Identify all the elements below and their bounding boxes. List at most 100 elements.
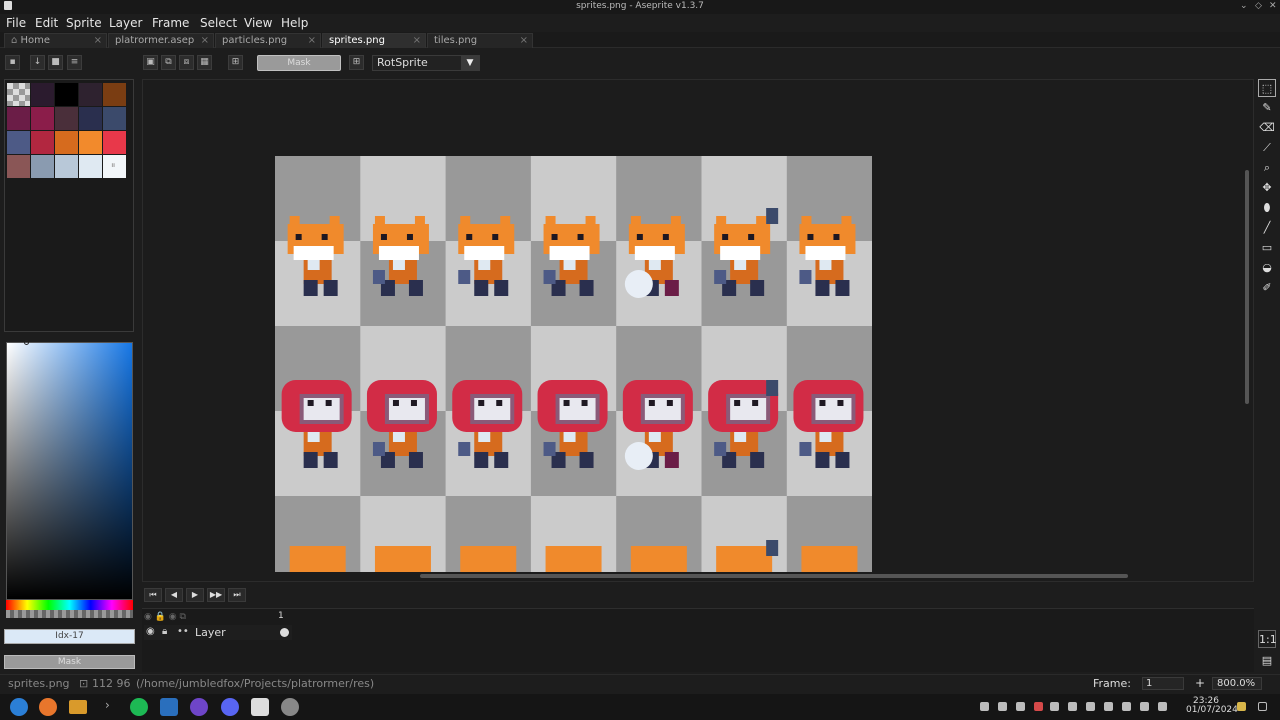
menu-file[interactable]: File [6,16,26,30]
lock-icon[interactable]: ▪ [5,55,20,70]
eraser-tool-icon[interactable]: ⌫ [1258,119,1276,137]
aseprite-icon[interactable] [251,698,269,716]
palette-swatch[interactable] [79,131,102,154]
tray-discord-icon[interactable] [998,702,1007,711]
close-icon[interactable]: ✕ [1269,1,1277,11]
frame-input[interactable]: 1 [1142,677,1184,690]
actual-size-icon[interactable]: 1:1 [1258,630,1277,648]
palette-options-icon[interactable]: ≡ [67,55,82,70]
rectangle-tool-icon[interactable]: ▭ [1258,239,1276,257]
palette-swatch[interactable] [55,131,78,154]
steam-icon[interactable] [281,698,299,716]
discord-icon[interactable] [221,698,239,716]
eye-icon[interactable]: ◉ [146,626,155,637]
lasso-tool-icon[interactable]: ◒ [1258,259,1276,277]
color-index-field[interactable]: Idx-17 [4,629,135,644]
menu-view[interactable]: View [244,16,272,30]
palette-swatch[interactable] [55,155,78,178]
selection-intersect-icon[interactable]: ▦ [197,55,212,70]
clock[interactable]: 23:26 01/07/2024 [1186,697,1238,715]
firefox-icon[interactable] [39,698,57,716]
tray-icon[interactable] [1086,702,1095,711]
selection-replace-icon[interactable]: ▣ [143,55,158,70]
tray-icon[interactable] [1016,702,1025,711]
palette-swatch-transparent[interactable] [7,83,30,106]
hue-slider[interactable] [6,600,133,610]
selection-subtract-icon[interactable]: ⧈ [179,55,194,70]
tab-platrormer[interactable]: platrormer.asep × [108,33,214,48]
last-frame-icon[interactable]: ⏭ [228,588,246,602]
presets-icon[interactable]: ■ [48,55,63,70]
marquee-tool-icon[interactable]: ⬚ [1258,79,1276,97]
rotation-algorithm-select[interactable]: RotSprite ▼ [372,55,480,71]
tab-sprites[interactable]: sprites.png × [322,33,426,48]
sort-down-icon[interactable]: ↓ [30,55,45,70]
palette-resize-icon[interactable]: ⏸ [111,161,116,171]
palette-swatch[interactable] [79,155,102,178]
menu-edit[interactable]: Edit [35,16,58,30]
tray-icon[interactable] [1158,702,1167,711]
tray-volume-icon[interactable] [1122,702,1131,711]
eyedropper-tool-icon[interactable]: ⟋ [1258,139,1276,157]
terminal-icon[interactable]: › [105,698,110,712]
vscode-icon[interactable] [160,698,178,716]
menu-layer[interactable]: Layer [109,16,142,30]
horizontal-scrollbar[interactable] [420,574,1128,578]
notes-icon[interactable] [1237,702,1246,711]
alpha-slider[interactable] [6,610,133,618]
close-tab-icon[interactable]: × [520,34,528,47]
palette-swatch[interactable] [79,83,102,106]
palette-swatch[interactable] [103,131,126,154]
zoom-input[interactable]: 800.0% [1212,677,1262,690]
rotation-grid-icon[interactable]: ⊞ [349,55,364,70]
tab-tiles[interactable]: tiles.png × [427,33,533,48]
tray-record-icon[interactable] [1034,702,1043,711]
lock-layer-icon[interactable]: 🔒︎ [162,626,167,637]
palette-swatch[interactable] [7,131,30,154]
start-menu-icon[interactable] [10,698,28,716]
vertical-scrollbar[interactable] [1245,170,1249,404]
palette-swatch[interactable] [31,83,54,106]
close-tab-icon[interactable]: × [201,34,209,47]
frame-header[interactable]: 1 [278,611,284,621]
transparent-color-mask-button[interactable]: Mask [257,55,341,71]
close-tab-icon[interactable]: × [413,34,421,47]
tray-icon[interactable] [980,702,989,711]
spectrum-cursor[interactable] [24,340,29,345]
github-icon[interactable] [190,698,208,716]
color-spectrum[interactable] [6,340,133,600]
background-mask-button[interactable]: Mask [4,655,135,669]
palette-swatch[interactable] [31,107,54,130]
next-frame-icon[interactable]: ▶▶ [207,588,225,602]
previous-frame-icon[interactable]: ◀ [165,588,183,602]
show-desktop-icon[interactable] [1258,702,1267,711]
menu-select[interactable]: Select [200,16,237,30]
maximize-icon[interactable]: ◇ [1255,1,1262,11]
palette-swatch[interactable] [55,107,78,130]
spotify-icon[interactable] [130,698,148,716]
preview-icon[interactable]: ▤ [1258,652,1276,670]
pivot-icon[interactable]: ⊞ [228,55,243,70]
play-icon[interactable]: ▶ [186,588,204,602]
palette-swatch[interactable] [103,83,126,106]
tray-network-icon[interactable] [1140,702,1149,711]
blur-tool-icon[interactable]: ✐ [1258,279,1276,297]
tray-bluetooth-icon[interactable] [1104,702,1113,711]
menu-frame[interactable]: Frame [152,16,189,30]
file-manager-icon[interactable] [69,700,87,714]
tab-home[interactable]: ⌂ Home × [4,33,107,48]
menu-help[interactable]: Help [281,16,308,30]
tab-particles[interactable]: particles.png × [215,33,321,48]
layer-row[interactable]: ◉ 🔒︎ •• Layer [144,625,292,640]
paint-bucket-tool-icon[interactable]: ⬮ [1258,199,1276,217]
minimize-icon[interactable]: ⌄ [1240,1,1248,11]
selection-add-icon[interactable]: ⧉ [161,55,176,70]
zoom-tool-icon[interactable]: ⌕ [1258,159,1276,177]
sprite-sheet-canvas[interactable] [275,156,872,572]
palette-swatch[interactable] [79,107,102,130]
line-tool-icon[interactable]: ╱ [1258,219,1276,237]
close-tab-icon[interactable]: × [94,34,102,47]
palette-swatch[interactable] [55,83,78,106]
palette-swatch[interactable] [103,107,126,130]
add-frame-icon[interactable]: + [1195,676,1205,690]
